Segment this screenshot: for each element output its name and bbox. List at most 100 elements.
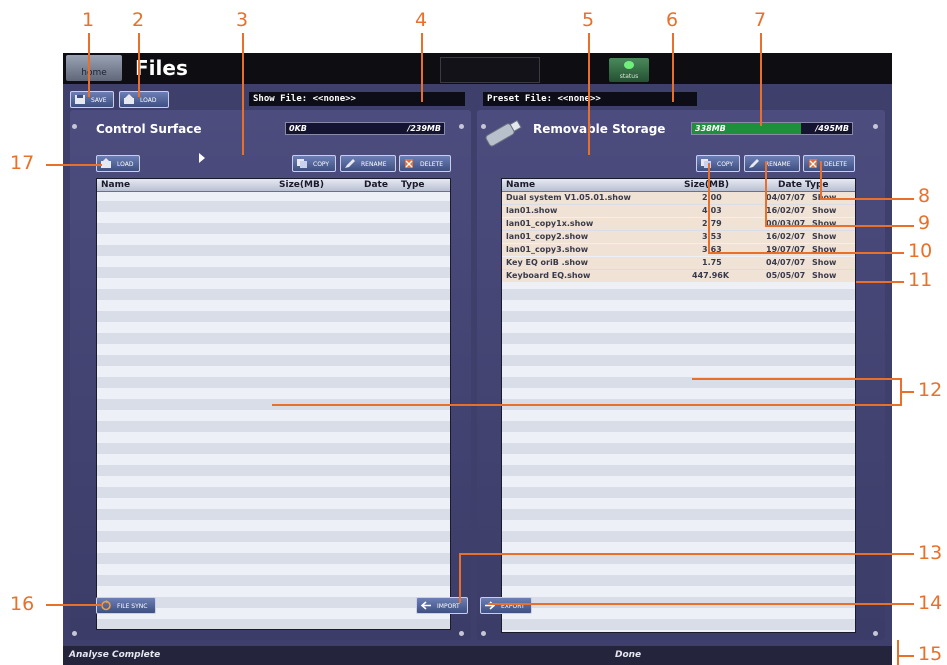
file-row[interactable]: Dual system V1.05.01.show 2.00 04/07/07 …	[502, 192, 855, 204]
callout-6: 6	[666, 9, 679, 31]
import-label: IMPORT	[437, 603, 460, 610]
save-button-label: SAVE	[91, 97, 107, 104]
callout-line-6	[672, 33, 674, 102]
copy-icon	[297, 159, 307, 168]
rs-copy-label: COPY	[717, 161, 734, 168]
rs-rename-button[interactable]: RENAME	[744, 155, 800, 172]
file-row[interactable]: lan01_copy1x.show 2.79 00/03/07 Show	[502, 218, 855, 230]
col-date[interactable]: Date	[778, 179, 802, 191]
callout-2: 2	[132, 9, 145, 31]
callout-line-2	[138, 33, 140, 97]
callout-line-1	[88, 33, 90, 97]
save-button[interactable]: SAVE	[70, 91, 114, 108]
load-show-button[interactable]: LOAD	[119, 91, 169, 108]
rs-copy-button[interactable]: COPY	[696, 155, 740, 172]
file-type: Show	[812, 258, 837, 267]
callout-line-10-h	[708, 252, 904, 254]
removable-storage-title: Removable Storage	[533, 122, 666, 136]
col-date[interactable]: Date	[364, 179, 388, 191]
callout-line-17	[46, 164, 102, 166]
removable-storage-meter: 338MB /495MB	[691, 122, 853, 135]
cs-rename-button[interactable]: RENAME	[340, 155, 396, 172]
callout-1: 1	[82, 9, 95, 31]
file-name: lan01.show	[506, 206, 558, 215]
import-arrow-icon	[420, 601, 431, 610]
callout-line-4	[421, 33, 423, 102]
callout-17: 17	[10, 152, 35, 174]
file-date: 04/07/07	[766, 258, 806, 267]
callout-13: 13	[918, 542, 943, 564]
page-title: Files	[135, 56, 188, 80]
copy-icon	[701, 159, 711, 168]
file-type: Show	[812, 232, 837, 241]
load-show-button-label: LOAD	[140, 97, 157, 104]
rename-pencil-icon	[345, 159, 355, 168]
status-button[interactable]: status	[609, 58, 649, 82]
callout-line-14	[488, 603, 914, 605]
file-row[interactable]: Keyboard EQ.show 447.96K 05/05/07 Show	[502, 270, 855, 282]
callout-line-15-h	[897, 655, 914, 657]
callout-line-8	[820, 161, 822, 199]
file-type: Show	[812, 245, 837, 254]
load-button[interactable]: LOAD	[96, 155, 140, 172]
callout-line-5	[588, 33, 590, 155]
topbar-slot	[440, 57, 540, 83]
screw-icon	[481, 124, 486, 129]
col-size[interactable]: Size(MB)	[684, 179, 729, 191]
control-surface-meter: 0KB /239MB	[285, 122, 445, 135]
callout-4: 4	[415, 9, 428, 31]
file-date: 16/02/07	[766, 206, 806, 215]
callout-line-12b	[272, 404, 900, 406]
status-indicator-icon	[624, 61, 634, 69]
callout-7: 7	[754, 9, 767, 31]
home-button[interactable]: home	[66, 55, 122, 81]
callout-12: 12	[918, 379, 943, 401]
callout-10: 10	[908, 240, 933, 262]
col-name[interactable]: Name	[101, 179, 130, 191]
status-center-text: Done	[615, 650, 642, 660]
callout-line-8-h	[820, 198, 914, 200]
col-type[interactable]: Type	[805, 179, 828, 191]
screw-icon	[481, 631, 486, 636]
file-row[interactable]: lan01_copy3.show 3.63 19/07/07 Show	[502, 244, 855, 256]
callout-3: 3	[236, 9, 249, 31]
cs-delete-label: DELETE	[420, 161, 444, 168]
cs-copy-label: COPY	[313, 161, 330, 168]
callout-16: 16	[10, 593, 35, 615]
file-row[interactable]: lan01.show 4.03 16/02/07 Show	[502, 205, 855, 217]
file-size: 2.00	[702, 193, 722, 202]
col-type[interactable]: Type	[401, 179, 424, 191]
file-size: 2.79	[702, 219, 722, 228]
control-surface-title: Control Surface	[96, 122, 202, 136]
rename-pencil-icon	[749, 159, 759, 168]
removable-storage-total: /495MB	[815, 124, 849, 133]
callout-line-10	[708, 163, 710, 253]
status-left-text: Analyse Complete	[69, 650, 161, 660]
callout-line-11	[856, 281, 904, 283]
file-date: 00/03/07	[766, 219, 806, 228]
file-name: Key EQ oriB .show	[506, 258, 588, 267]
cs-delete-button[interactable]: DELETE	[399, 155, 451, 172]
callout-line-13-v	[459, 553, 461, 603]
col-size[interactable]: Size(MB)	[279, 179, 324, 191]
screw-icon	[873, 631, 878, 636]
list-header: Name Size(MB) Date Type	[97, 179, 450, 192]
file-row[interactable]: lan01_copy2.show 3.53 16/02/07 Show	[502, 231, 855, 243]
file-sync-button[interactable]: FILE SYNC	[96, 597, 156, 614]
file-name: lan01_copy1x.show	[506, 219, 594, 228]
export-arrow-icon	[485, 601, 496, 610]
control-surface-used: 0KB	[289, 124, 307, 133]
file-sync-label: FILE SYNC	[117, 603, 148, 610]
file-type: Show	[812, 271, 837, 280]
callout-line-9	[765, 161, 767, 226]
col-name[interactable]: Name	[506, 179, 535, 191]
show-file-display: Show File: <<none>>	[249, 92, 465, 106]
export-button[interactable]: EXPORT	[480, 597, 532, 614]
cs-copy-button[interactable]: COPY	[292, 155, 336, 172]
screw-icon	[72, 631, 77, 636]
callout-line-13	[459, 553, 914, 555]
home-button-label: home	[81, 68, 107, 78]
file-row[interactable]: Key EQ oriB .show 1.75 04/07/07 Show	[502, 257, 855, 269]
file-name: Keyboard EQ.show	[506, 271, 591, 280]
rs-delete-button[interactable]: DELETE	[803, 155, 855, 172]
